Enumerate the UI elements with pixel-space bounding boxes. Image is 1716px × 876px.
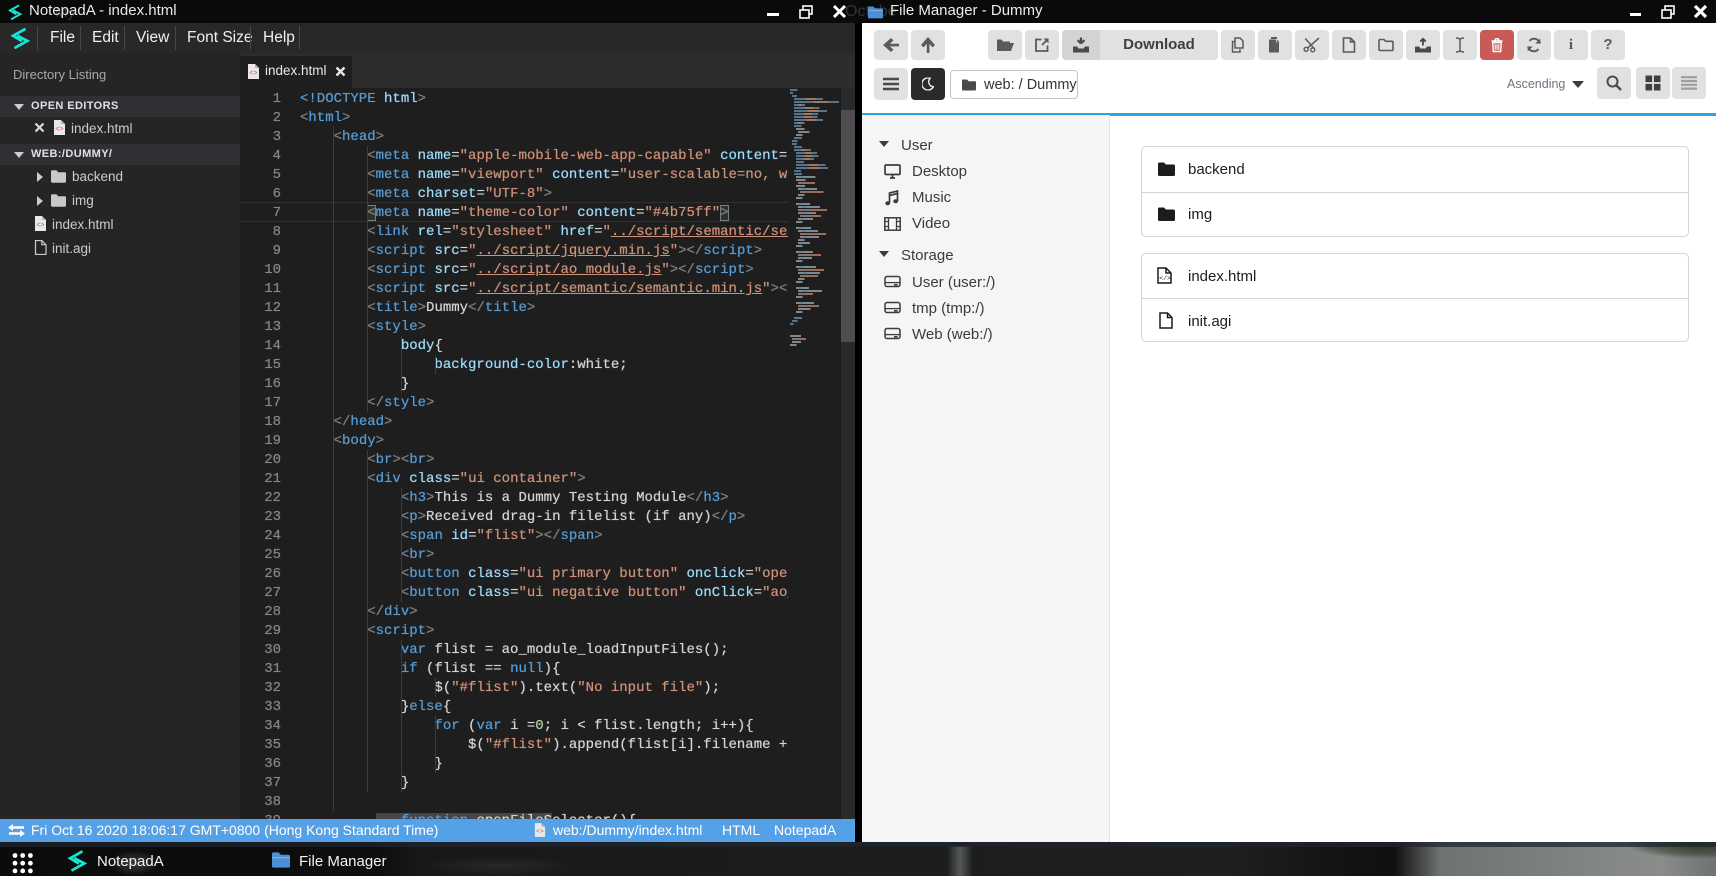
svg-text:</>: </>: [1159, 275, 1171, 282]
svg-text:<>: <>: [249, 70, 257, 78]
svg-text:<>: <>: [536, 828, 544, 835]
svg-text:<>: <>: [36, 222, 44, 230]
svg-text:<>: <>: [55, 126, 63, 134]
